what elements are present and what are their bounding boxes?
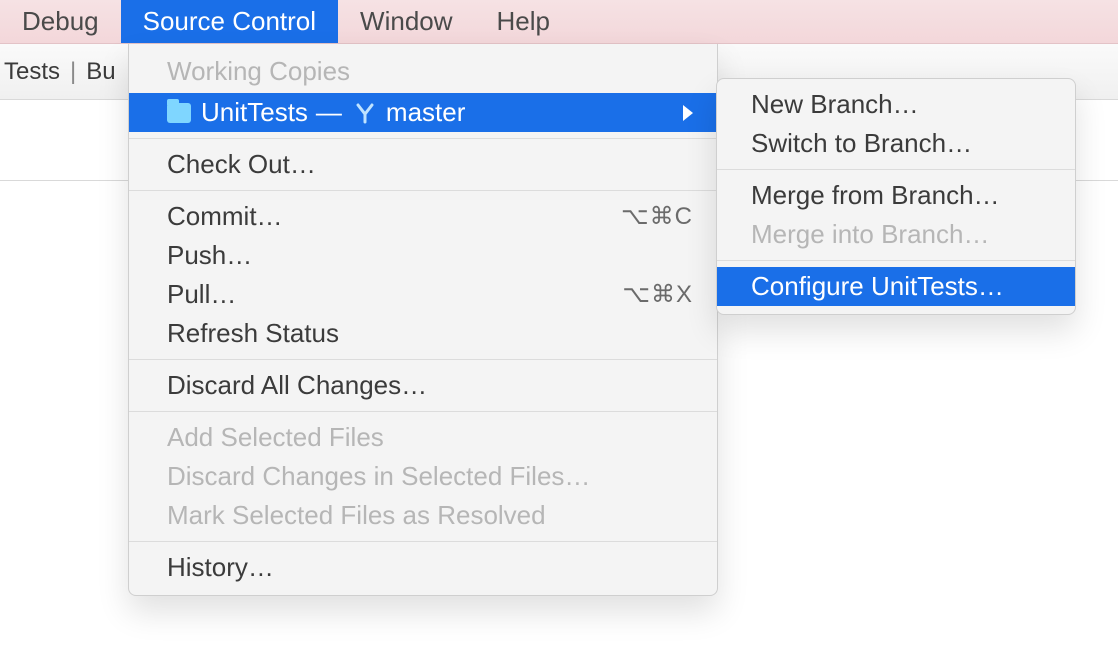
menu-item-label: New Branch… [751,89,1051,120]
branch-icon [354,102,376,124]
menu-item-refresh-status[interactable]: Refresh Status [129,314,717,353]
folder-icon [167,103,191,123]
menubar-item-debug[interactable]: Debug [0,0,121,43]
menubar-item-help[interactable]: Help [475,0,572,43]
menu-item-discard-selected-changes: Discard Changes in Selected Files… [129,457,717,496]
menu-item-label: Discard Changes in Selected Files… [167,461,693,492]
menu-separator [129,411,717,412]
working-copy-dash: — [308,97,350,128]
menu-item-label: Configure UnitTests… [751,271,1051,302]
toolbar-right-text: Bu [86,58,115,86]
keyboard-shortcut: ⌥⌘C [621,202,693,231]
menu-section-header-working-copies: Working Copies [129,50,717,93]
menu-item-working-copy[interactable]: UnitTests — master [129,93,717,132]
working-copy-submenu: New Branch… Switch to Branch… Merge from… [716,78,1076,315]
menu-item-push[interactable]: Push… [129,236,717,275]
menu-separator [129,138,717,139]
menu-separator [717,260,1075,261]
submenu-item-merge-from-branch[interactable]: Merge from Branch… [717,176,1075,215]
menu-item-check-out[interactable]: Check Out… [129,145,717,184]
submenu-item-new-branch[interactable]: New Branch… [717,85,1075,124]
toolbar-separator: | [60,58,86,86]
menu-item-label: Merge from Branch… [751,180,1051,211]
menu-item-mark-resolved: Mark Selected Files as Resolved [129,496,717,535]
menubar: Debug Source Control Window Help [0,0,1118,44]
menu-item-label: Check Out… [167,149,693,180]
menu-separator [129,541,717,542]
menu-item-history[interactable]: History… [129,548,717,587]
menu-item-discard-all-changes[interactable]: Discard All Changes… [129,366,717,405]
menu-item-pull[interactable]: Pull… ⌥⌘X [129,275,717,314]
menu-separator [717,169,1075,170]
menu-item-label: Switch to Branch… [751,128,1051,159]
keyboard-shortcut: ⌥⌘X [622,280,693,309]
submenu-item-configure[interactable]: Configure UnitTests… [717,267,1075,306]
working-copy-branch: master [386,97,675,128]
menu-item-label: Push… [167,240,693,271]
menu-separator [129,359,717,360]
menu-item-label: Commit… [167,201,621,232]
chevron-right-icon [683,105,693,121]
menu-item-label: Add Selected Files [167,422,693,453]
menubar-item-window[interactable]: Window [338,0,474,43]
menu-item-label: Refresh Status [167,318,693,349]
source-control-menu: Working Copies UnitTests — master Check … [128,44,718,596]
menubar-item-source-control[interactable]: Source Control [121,0,338,43]
working-copy-project: UnitTests [201,97,308,128]
toolbar-left-text: Tests [4,58,60,86]
submenu-item-switch-branch[interactable]: Switch to Branch… [717,124,1075,163]
menu-item-add-selected-files: Add Selected Files [129,418,717,457]
menu-item-label: Mark Selected Files as Resolved [167,500,693,531]
menu-item-label: Merge into Branch… [751,219,1051,250]
menu-separator [129,190,717,191]
menu-item-label: Pull… [167,279,622,310]
menu-item-commit[interactable]: Commit… ⌥⌘C [129,197,717,236]
menu-item-label: Discard All Changes… [167,370,693,401]
menu-item-label: History… [167,552,693,583]
submenu-item-merge-into-branch: Merge into Branch… [717,215,1075,254]
